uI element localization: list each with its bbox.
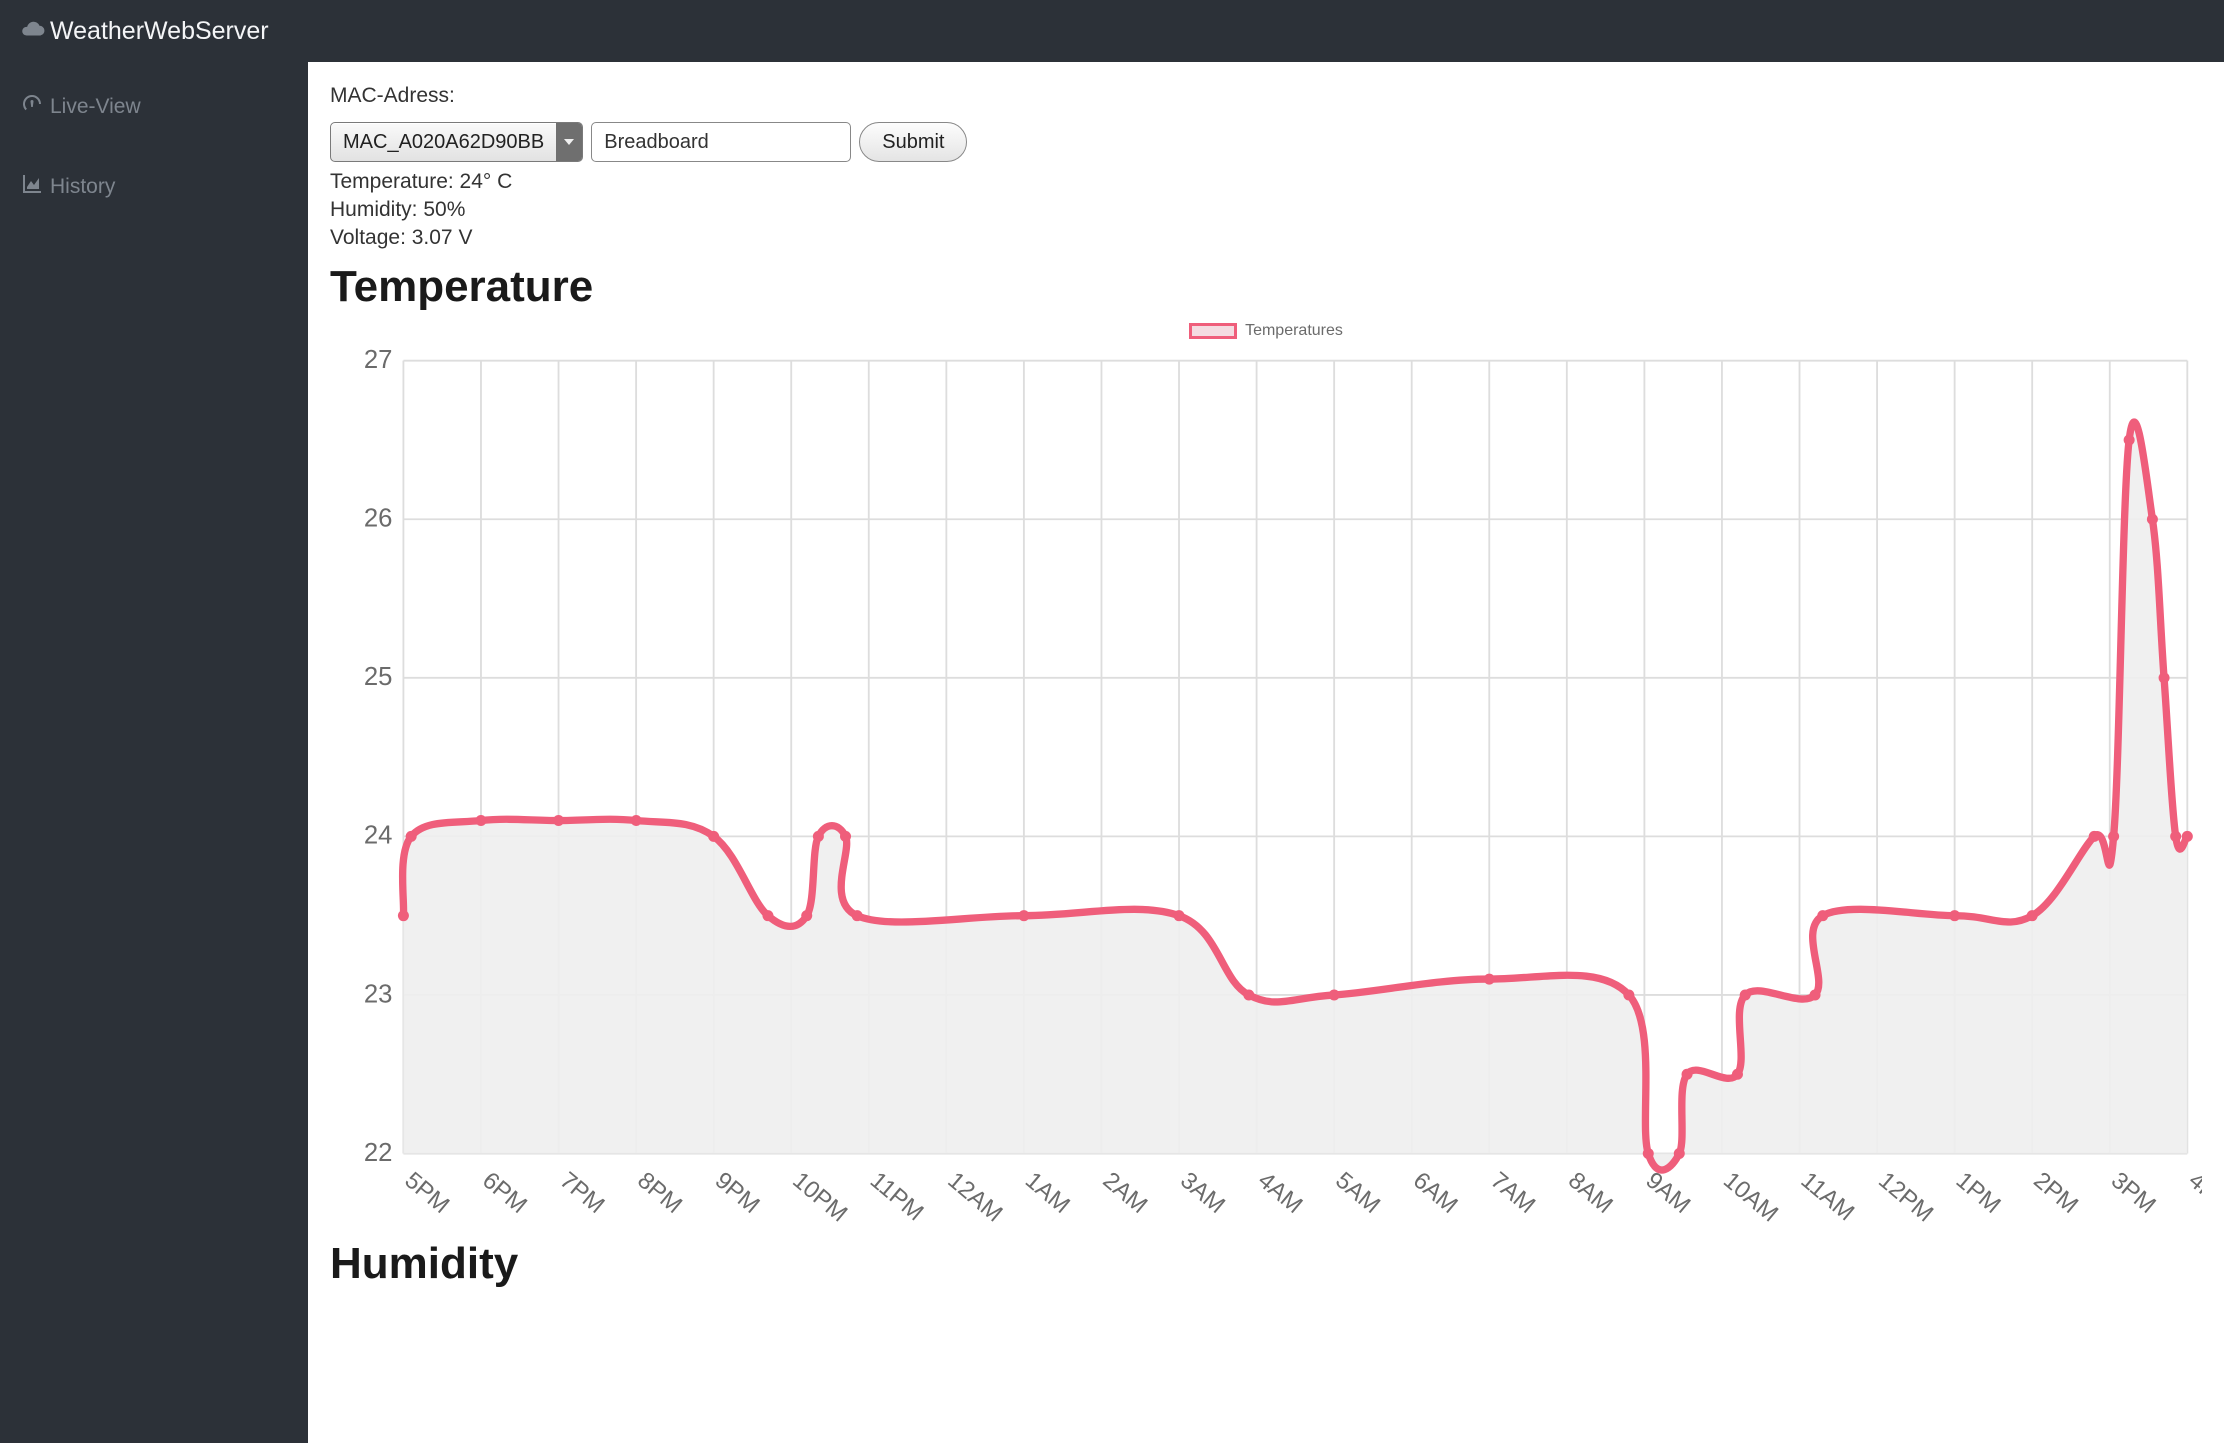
svg-text:3PM: 3PM xyxy=(2106,1167,2161,1219)
svg-text:7PM: 7PM xyxy=(555,1167,610,1219)
submit-button[interactable]: Submit xyxy=(859,122,967,162)
cloud-icon xyxy=(20,16,50,47)
svg-text:3AM: 3AM xyxy=(1175,1167,1230,1219)
temperature-heading: Temperature xyxy=(330,262,2202,312)
reading-humidity: Humidity: 50% xyxy=(330,198,2202,222)
svg-text:10AM: 10AM xyxy=(1718,1167,1783,1227)
chevron-down-icon xyxy=(556,123,582,161)
svg-text:9AM: 9AM xyxy=(1641,1167,1696,1219)
svg-text:7AM: 7AM xyxy=(1485,1167,1540,1219)
svg-text:10PM: 10PM xyxy=(787,1167,852,1227)
sidebar-item-label: History xyxy=(50,175,115,199)
device-name-input[interactable] xyxy=(591,122,851,162)
temperature-chart-svg: 2223242526275PM6PM7PM8PM9PM10PM11PM12AM1… xyxy=(330,346,2202,1227)
svg-text:12AM: 12AM xyxy=(942,1167,1007,1227)
legend-label: Temperatures xyxy=(1245,322,1343,340)
sidebar-item-label: Live-View xyxy=(50,95,141,119)
svg-text:2AM: 2AM xyxy=(1098,1167,1153,1219)
svg-text:4AM: 4AM xyxy=(1253,1167,1308,1219)
svg-text:8PM: 8PM xyxy=(632,1167,687,1219)
svg-text:1AM: 1AM xyxy=(1020,1167,1075,1219)
mac-select[interactable]: MAC_A020A62D90BB xyxy=(330,122,583,162)
dashboard-icon xyxy=(20,92,50,122)
svg-text:6PM: 6PM xyxy=(477,1167,532,1219)
svg-text:4PM: 4PM xyxy=(2183,1167,2202,1219)
svg-text:12PM: 12PM xyxy=(1873,1167,1938,1227)
svg-text:24: 24 xyxy=(364,822,393,850)
sidebar-item-live-view[interactable]: Live-View xyxy=(0,82,308,132)
top-bar: WeatherWebServer xyxy=(0,0,2224,62)
temperature-chart: Temperatures 22 23 24 25 26 27 5PM 6PM 7PM 8PM 9PM… xyxy=(330,322,2202,1227)
svg-text:9PM: 9PM xyxy=(710,1167,765,1219)
svg-text:11AM: 11AM xyxy=(1796,1167,1860,1227)
mac-label: MAC-Adress: xyxy=(330,84,2202,108)
sidebar: Live-View History xyxy=(0,62,308,1443)
svg-text:2PM: 2PM xyxy=(2028,1167,2083,1219)
mac-select-value: MAC_A020A62D90BB xyxy=(331,131,556,154)
svg-text:8AM: 8AM xyxy=(1563,1167,1618,1219)
legend-swatch-icon xyxy=(1189,323,1237,339)
svg-text:23: 23 xyxy=(364,980,393,1008)
brand-title: WeatherWebServer xyxy=(50,17,269,46)
reading-voltage: Voltage: 3.07 V xyxy=(330,226,2202,250)
svg-text:11PM: 11PM xyxy=(865,1167,929,1227)
humidity-heading: Humidity xyxy=(330,1239,2202,1289)
sidebar-item-history[interactable]: History xyxy=(0,162,308,212)
svg-text:25: 25 xyxy=(364,663,393,691)
reading-temperature: Temperature: 24° C xyxy=(330,170,2202,194)
main-content: MAC-Adress: MAC_A020A62D90BB Submit Temp… xyxy=(308,62,2224,1443)
svg-text:1PM: 1PM xyxy=(1951,1167,2006,1219)
chart-legend: Temperatures xyxy=(330,322,2202,340)
controls-row: MAC_A020A62D90BB Submit xyxy=(330,122,2202,162)
svg-text:22: 22 xyxy=(364,1139,393,1167)
svg-text:6AM: 6AM xyxy=(1408,1167,1463,1219)
svg-text:26: 26 xyxy=(364,505,393,533)
svg-text:5AM: 5AM xyxy=(1330,1167,1385,1219)
svg-text:5PM: 5PM xyxy=(400,1167,455,1219)
svg-text:27: 27 xyxy=(364,346,393,374)
area-chart-icon xyxy=(20,172,50,202)
